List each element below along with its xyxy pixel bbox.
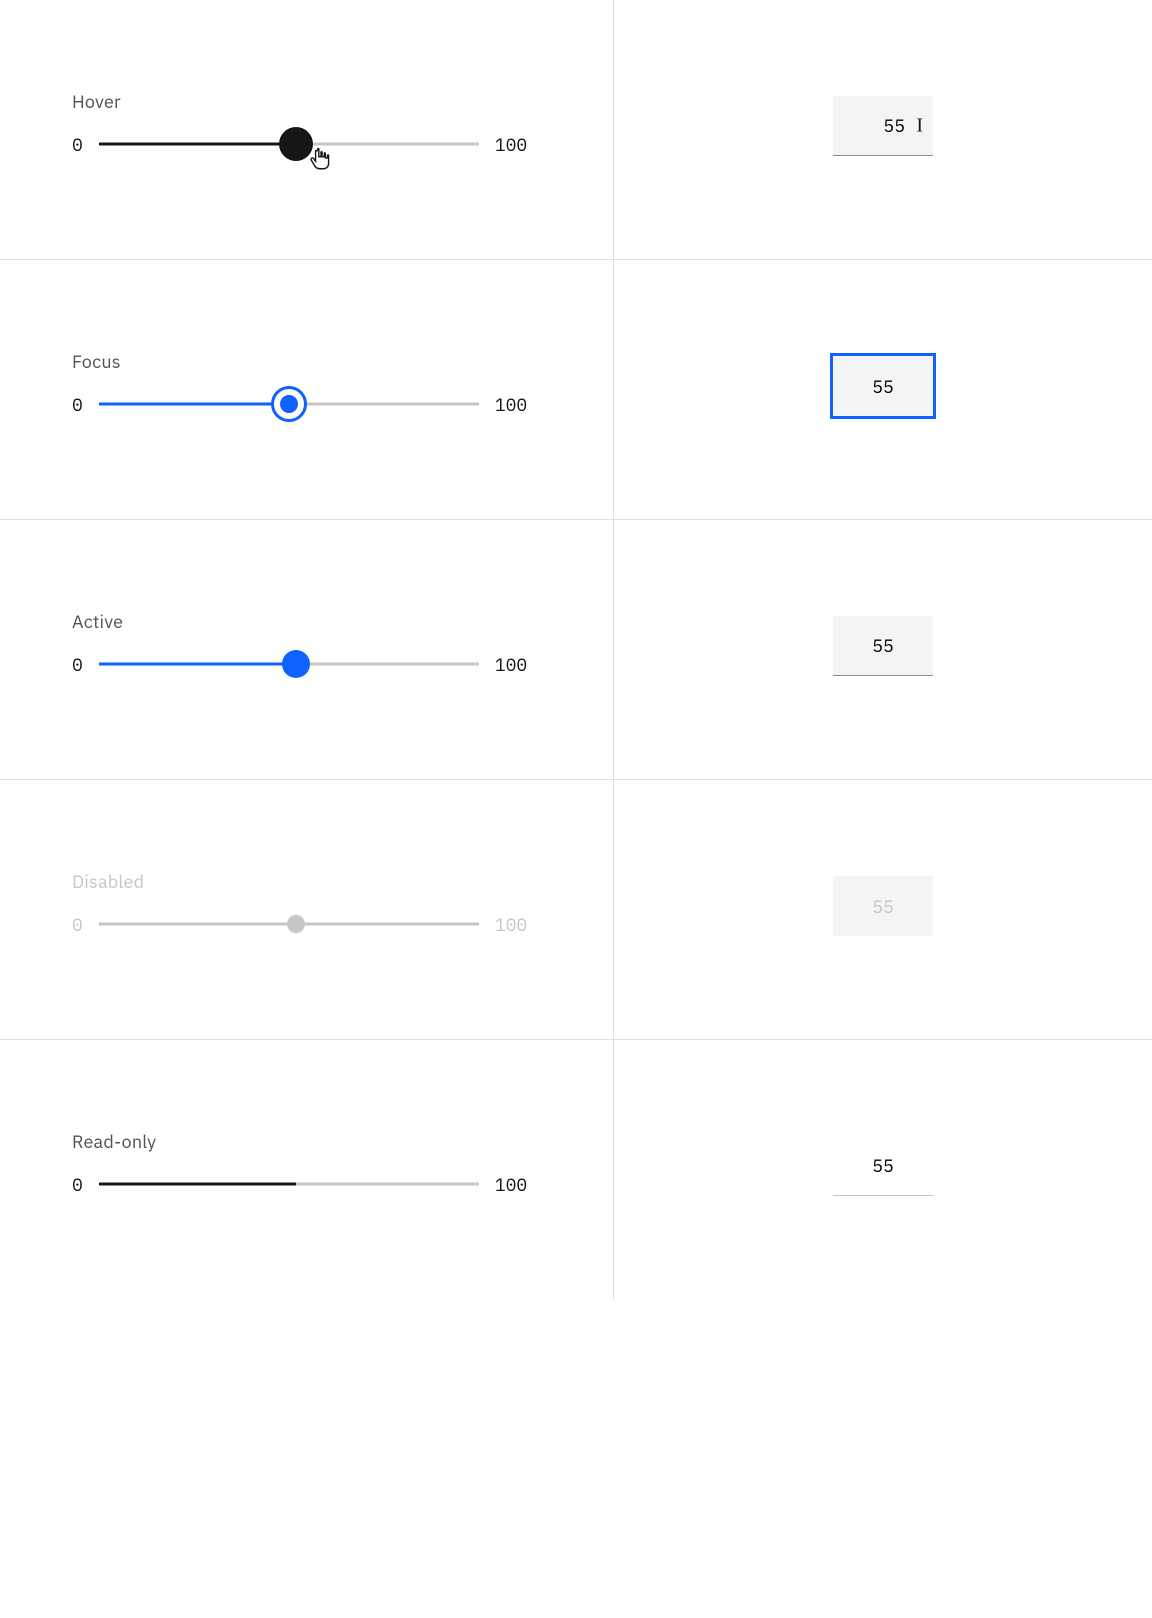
input-value-readonly: 55 (872, 1154, 894, 1177)
state-label-disabled: Disabled (72, 870, 541, 893)
row-focus: Focus 0 100 55 (0, 260, 1152, 520)
input-value-focus: 55 (872, 375, 894, 398)
max-label: 100 (495, 393, 527, 416)
slider-cell-disabled: Disabled 0 100 (0, 780, 614, 1039)
slider-handle-hover[interactable] (279, 127, 313, 161)
slider-handle-focus[interactable] (271, 386, 307, 422)
state-label-readonly: Read-only (72, 1130, 541, 1153)
slider-handle-disabled (287, 915, 305, 933)
input-cell-hover: 55 I (614, 0, 1152, 259)
slider-handle-active[interactable] (282, 650, 310, 678)
max-label: 100 (495, 1173, 527, 1196)
slider-readonly: 0 100 (72, 1169, 541, 1199)
input-value-active: 55 (872, 634, 894, 657)
number-input-readonly: 55 (833, 1136, 933, 1196)
slider-track-disabled (99, 909, 479, 939)
slider-track-hover[interactable] (99, 129, 479, 159)
slider-track-active[interactable] (99, 649, 479, 679)
min-label: 0 (72, 133, 83, 156)
max-label: 100 (495, 133, 527, 156)
number-input-focus[interactable]: 55 (833, 356, 933, 416)
min-label: 0 (72, 653, 83, 676)
slider-cell-readonly: Read-only 0 100 (0, 1040, 614, 1300)
slider-track-readonly (99, 1169, 479, 1199)
slider-hover[interactable]: 0 100 (72, 129, 541, 159)
min-label: 0 (72, 1173, 83, 1196)
max-label: 100 (495, 653, 527, 676)
slider-cell-hover: Hover 0 100 (0, 0, 614, 259)
input-cell-active: 55 (614, 520, 1152, 779)
slider-active[interactable]: 0 100 (72, 649, 541, 679)
state-label-focus: Focus (72, 350, 541, 373)
state-label-hover: Hover (72, 90, 541, 113)
slider-focus[interactable]: 0 100 (72, 389, 541, 419)
row-disabled: Disabled 0 100 55 (0, 780, 1152, 1040)
min-label: 0 (72, 913, 83, 936)
slider-disabled: 0 100 (72, 909, 541, 939)
number-input-disabled: 55 (833, 876, 933, 936)
text-cursor-icon: I (916, 114, 923, 137)
row-active: Active 0 100 55 (0, 520, 1152, 780)
row-readonly: Read-only 0 100 55 (0, 1040, 1152, 1300)
input-cell-readonly: 55 (614, 1040, 1152, 1300)
slider-cell-active: Active 0 100 (0, 520, 614, 779)
input-cell-disabled: 55 (614, 780, 1152, 1039)
number-input-hover[interactable]: 55 I (833, 96, 933, 156)
input-cell-focus: 55 (614, 260, 1152, 519)
input-value-disabled: 55 (872, 895, 894, 918)
max-label: 100 (495, 913, 527, 936)
input-value-hover: 55 (883, 114, 905, 137)
row-hover: Hover 0 100 55 I (0, 0, 1152, 260)
min-label: 0 (72, 393, 83, 416)
slider-cell-focus: Focus 0 100 (0, 260, 614, 519)
number-input-active[interactable]: 55 (833, 616, 933, 676)
state-label-active: Active (72, 610, 541, 633)
slider-track-focus[interactable] (99, 389, 479, 419)
